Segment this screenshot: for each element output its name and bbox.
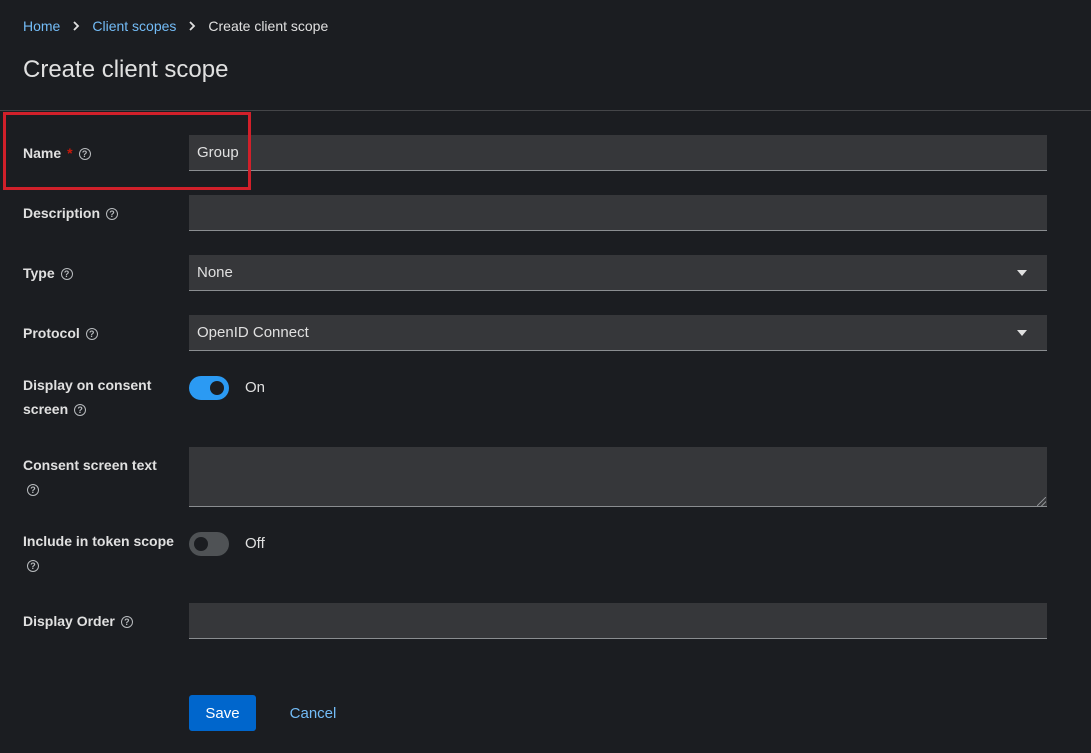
page-title: Create client scope: [23, 56, 229, 83]
include-in-token-scope-toggle[interactable]: [189, 532, 229, 556]
help-icon[interactable]: ?: [85, 328, 98, 341]
help-icon[interactable]: ?: [78, 148, 91, 161]
breadcrumb-home-link[interactable]: Home: [23, 18, 60, 34]
required-marker: *: [67, 145, 73, 161]
header-divider: [0, 110, 1091, 111]
breadcrumb: Home Client scopes Create client scope: [23, 18, 328, 34]
consent-screen-text-input[interactable]: [189, 447, 1047, 507]
display-order-input[interactable]: [189, 603, 1047, 639]
chevron-right-icon: [188, 21, 196, 31]
chevron-right-icon: [72, 21, 80, 31]
display-order-label: Display Order?: [23, 609, 133, 633]
save-button[interactable]: Save: [189, 695, 256, 731]
type-select[interactable]: None: [189, 255, 1047, 291]
name-label: Name *?: [23, 141, 91, 165]
help-icon[interactable]: ?: [120, 616, 133, 629]
name-input[interactable]: [189, 135, 1047, 171]
display-on-consent-label: Display on consent screen?: [23, 377, 152, 417]
include-in-token-scope-label: Include in token scope ?: [23, 533, 174, 573]
cancel-button[interactable]: Cancel: [278, 695, 348, 731]
protocol-select[interactable]: OpenID Connect: [189, 315, 1047, 351]
help-icon[interactable]: ?: [74, 404, 87, 417]
description-input[interactable]: [189, 195, 1047, 231]
display-on-consent-state: On: [245, 379, 266, 396]
toggle-knob: [210, 381, 224, 395]
caret-down-icon: [1017, 269, 1027, 276]
breadcrumb-current: Create client scope: [208, 18, 329, 34]
type-label: Type?: [23, 261, 73, 285]
help-icon[interactable]: ?: [60, 268, 73, 281]
description-label: Description?: [23, 201, 119, 225]
breadcrumb-client-scopes-link[interactable]: Client scopes: [92, 18, 176, 34]
help-icon[interactable]: ?: [27, 560, 39, 573]
protocol-select-value: OpenID Connect: [197, 324, 309, 341]
caret-down-icon: [1017, 329, 1027, 336]
toggle-knob: [194, 537, 208, 551]
display-on-consent-toggle[interactable]: [189, 376, 229, 400]
help-icon[interactable]: ?: [106, 208, 119, 221]
help-icon[interactable]: ?: [27, 484, 39, 497]
consent-screen-text-label: Consent screen text ?: [23, 457, 157, 497]
protocol-label: Protocol?: [23, 321, 98, 345]
type-select-value: None: [197, 264, 233, 281]
resize-grip-icon[interactable]: [1037, 497, 1046, 506]
include-in-token-scope-state: Off: [245, 535, 265, 552]
